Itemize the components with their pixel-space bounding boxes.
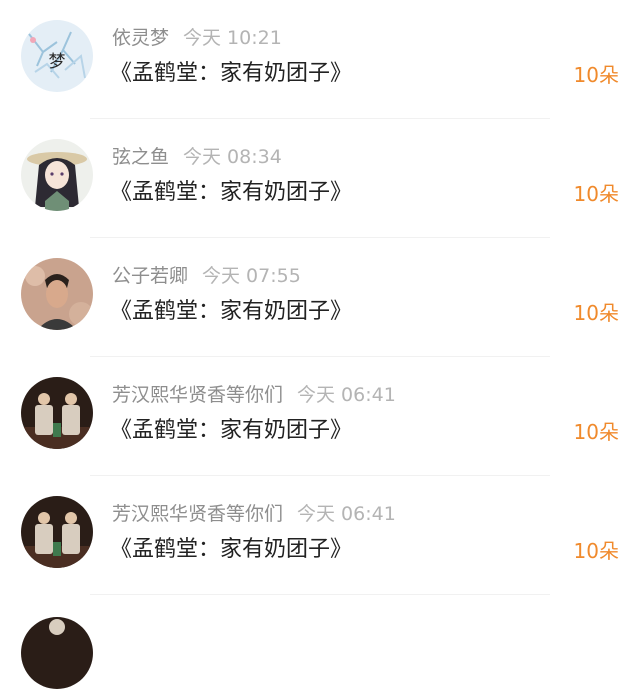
item-meta: 芳汉熙华贤香等你们 今天 06:41: [112, 382, 396, 408]
dream-avatar-image: 梦: [21, 20, 93, 92]
username[interactable]: 弦之鱼: [112, 146, 169, 168]
timestamp: 今天 10:21: [183, 27, 282, 49]
username[interactable]: 芳汉熙华贤香等你们: [112, 503, 283, 525]
book-title[interactable]: 《孟鹤堂：家有奶团子》: [110, 416, 352, 446]
flower-count: 10朵: [573, 301, 619, 325]
timestamp: 今天 08:34: [183, 146, 282, 168]
username[interactable]: 公子若卿: [112, 265, 188, 287]
book-title[interactable]: 《孟鹤堂：家有奶团子》: [110, 297, 352, 327]
partial-avatar[interactable]: [21, 617, 93, 689]
flower-count: 10朵: [573, 63, 619, 87]
list-item[interactable]: 梦 依灵梦 今天 10:21 《孟鹤堂：家有奶团子》 10朵: [0, 0, 640, 119]
gift-record-list: 梦 依灵梦 今天 10:21 《孟鹤堂：家有奶团子》 10朵 弦之鱼 今天 08:3…: [0, 0, 640, 595]
item-meta: 公子若卿 今天 07:55: [112, 263, 301, 289]
book-title[interactable]: 《孟鹤堂：家有奶团子》: [110, 59, 352, 89]
book-title[interactable]: 《孟鹤堂：家有奶团子》: [110, 535, 352, 565]
list-item[interactable]: 芳汉熙华贤香等你们 今天 06:41 《孟鹤堂：家有奶团子》 10朵: [0, 357, 640, 476]
flower-count: 10朵: [573, 420, 619, 444]
list-item-partial[interactable]: [0, 595, 640, 689]
username[interactable]: 芳汉熙华贤香等你们: [112, 384, 283, 406]
stage-duo-avatar-image: [21, 496, 93, 568]
list-item[interactable]: 公子若卿 今天 07:55 《孟鹤堂：家有奶团子》 10朵: [0, 238, 640, 357]
anime-girl-avatar[interactable]: [21, 139, 93, 211]
timestamp: 今天 06:41: [297, 384, 396, 406]
item-meta: 依灵梦 今天 10:21: [112, 25, 282, 51]
username[interactable]: 依灵梦: [112, 27, 169, 49]
timestamp: 今天 06:41: [297, 503, 396, 525]
stage-duo-avatar[interactable]: [21, 377, 93, 449]
timestamp: 今天 07:55: [202, 265, 301, 287]
stage-duo-avatar[interactable]: [21, 496, 93, 568]
item-meta: 弦之鱼 今天 08:34: [112, 144, 282, 170]
list-item[interactable]: 芳汉熙华贤香等你们 今天 06:41 《孟鹤堂：家有奶团子》 10朵: [0, 476, 640, 595]
partial-avatar-image: [21, 617, 93, 689]
dream-avatar[interactable]: 梦: [21, 20, 93, 92]
dream-avatar-text: 梦: [49, 52, 66, 72]
list-item[interactable]: 弦之鱼 今天 08:34 《孟鹤堂：家有奶团子》 10朵: [0, 119, 640, 238]
anime-girl-avatar-image: [21, 139, 93, 211]
flower-count: 10朵: [573, 539, 619, 563]
stage-duo-avatar-image: [21, 377, 93, 449]
man-portrait-avatar-image: [21, 258, 93, 330]
item-meta: 芳汉熙华贤香等你们 今天 06:41: [112, 501, 396, 527]
book-title[interactable]: 《孟鹤堂：家有奶团子》: [110, 178, 352, 208]
flower-count: 10朵: [573, 182, 619, 206]
man-portrait-avatar[interactable]: [21, 258, 93, 330]
